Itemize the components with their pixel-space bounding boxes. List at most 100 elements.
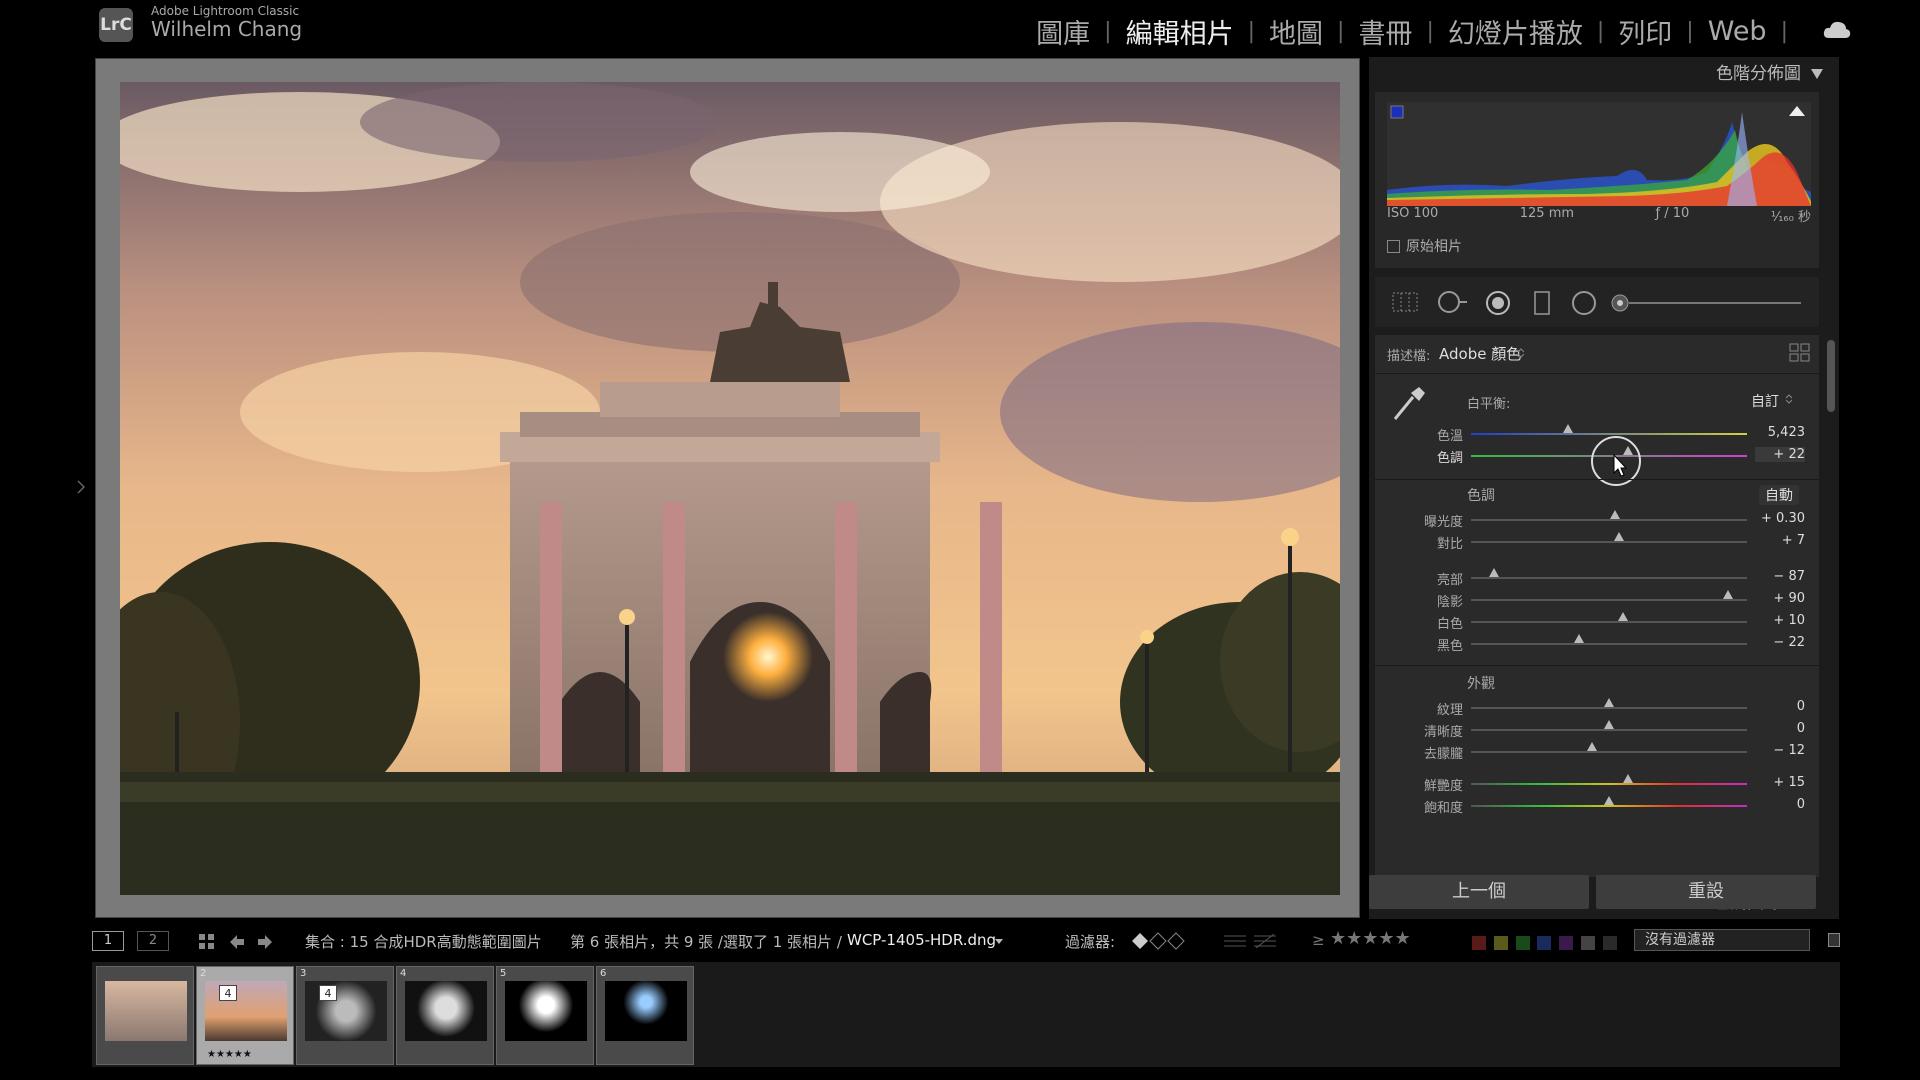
red-eye-icon[interactable] xyxy=(1485,290,1511,316)
slider-value[interactable]: − 22 xyxy=(1755,635,1805,650)
slider-value[interactable]: 5,423 xyxy=(1755,425,1805,440)
histogram-graph[interactable] xyxy=(1387,102,1811,206)
red-label-swatch[interactable] xyxy=(1472,935,1486,950)
slider-value[interactable]: 0 xyxy=(1755,699,1805,714)
slider-value[interactable]: − 12 xyxy=(1755,743,1805,758)
module-library[interactable]: 圖庫 xyxy=(1022,12,1104,51)
slider-track[interactable] xyxy=(1471,729,1747,731)
slider-contrast[interactable]: 對比 + 7 xyxy=(1375,532,1819,553)
slider-value[interactable]: 0 xyxy=(1755,797,1805,812)
color-label-filter[interactable] xyxy=(1472,933,1620,951)
filmstrip-thumbnail[interactable]: 6 xyxy=(596,966,694,1065)
slider-value[interactable]: − 87 xyxy=(1755,569,1805,584)
previous-button[interactable]: 上一個 xyxy=(1369,875,1589,909)
left-panel-toggle-icon[interactable] xyxy=(77,480,85,494)
original-photo-checkbox[interactable] xyxy=(1387,239,1400,253)
slider-blacks[interactable]: 黑色 − 22 xyxy=(1375,634,1819,655)
slider-thumb[interactable] xyxy=(1623,774,1634,783)
white-balance-dropdown[interactable]: 自訂 xyxy=(1751,391,1779,411)
slider-track[interactable] xyxy=(1471,783,1747,785)
second-screen-button[interactable]: 2 xyxy=(137,931,169,951)
slider-value[interactable]: + 22 xyxy=(1755,447,1805,462)
slider-thumb[interactable] xyxy=(1613,532,1624,541)
slider-track[interactable] xyxy=(1471,599,1747,601)
slider-texture[interactable]: 紋理 0 xyxy=(1375,698,1819,719)
filmstrip-thumbnail[interactable]: 2 4 ★★★★★ xyxy=(196,966,294,1065)
slider-shadows[interactable]: 陰影 + 90 xyxy=(1375,590,1819,611)
back-arrow-icon[interactable] xyxy=(228,933,246,951)
module-web[interactable]: Web xyxy=(1694,16,1781,47)
slider-value[interactable]: + 7 xyxy=(1755,533,1805,548)
slider-value[interactable]: + 10 xyxy=(1755,613,1805,628)
filmstrip-thumbnail[interactable]: 4 xyxy=(396,966,494,1065)
module-develop[interactable]: 編輯相片 xyxy=(1112,12,1248,51)
slider-track[interactable] xyxy=(1471,805,1747,807)
slider-thumb[interactable] xyxy=(1617,612,1628,621)
dropdown-arrow-icon[interactable] xyxy=(994,938,1004,946)
slider-track[interactable] xyxy=(1471,707,1747,709)
slider-thumb[interactable] xyxy=(1573,634,1584,643)
slider-vibrance[interactable]: 鮮艷度 + 15 xyxy=(1375,774,1819,795)
eyedropper-icon[interactable] xyxy=(1389,383,1429,423)
module-print[interactable]: 列印 xyxy=(1604,12,1686,51)
slider-thumb[interactable] xyxy=(1562,424,1573,433)
forward-arrow-icon[interactable] xyxy=(256,933,274,951)
slider-dehaze[interactable]: 去朦朧 − 12 xyxy=(1375,742,1819,763)
slider-thumb[interactable] xyxy=(1587,742,1598,751)
slider-clarity[interactable]: 清晰度 0 xyxy=(1375,720,1819,741)
slider-highlights[interactable]: 亮部 − 87 xyxy=(1375,568,1819,589)
spot-removal-icon[interactable] xyxy=(1437,290,1469,314)
slider-track[interactable] xyxy=(1471,577,1747,579)
panel-scrollbar[interactable] xyxy=(1827,340,1835,412)
purple-label-swatch[interactable] xyxy=(1559,935,1574,950)
slider-track[interactable] xyxy=(1471,621,1747,623)
reset-button[interactable]: 重設 xyxy=(1596,875,1816,909)
filmstrip-thumbnail[interactable]: 5 xyxy=(496,966,594,1065)
crop-tool-icon[interactable] xyxy=(1391,290,1419,314)
filename[interactable]: WCP-1405-HDR.dng xyxy=(847,931,996,949)
star-rating-filter[interactable]: ★★★★★ xyxy=(1330,928,1411,949)
slider-value[interactable]: + 90 xyxy=(1755,591,1805,606)
cloud-sync-icon[interactable] xyxy=(1822,18,1852,40)
slider-thumb[interactable] xyxy=(1604,720,1614,729)
green-label-swatch[interactable] xyxy=(1515,935,1530,950)
original-photo-toggle[interactable]: 原始相片 xyxy=(1387,236,1462,256)
collection-source[interactable]: 集合 : 15 合成HDR高動態範圍圖片 xyxy=(305,931,542,952)
adjustment-brush-icon[interactable] xyxy=(1611,290,1805,316)
graduated-filter-icon[interactable] xyxy=(1533,290,1551,316)
slider-track[interactable] xyxy=(1471,519,1747,521)
slider-thumb[interactable] xyxy=(1609,510,1620,519)
main-photo[interactable] xyxy=(120,82,1340,895)
yellow-label-swatch[interactable] xyxy=(1493,935,1508,950)
edit-filter-icon[interactable] xyxy=(1222,931,1278,951)
no-label-swatch[interactable] xyxy=(1602,935,1617,950)
slider-thumb[interactable] xyxy=(1489,568,1500,577)
slider-value[interactable]: + 0.30 xyxy=(1755,511,1805,526)
histogram-header[interactable]: 色階分佈圖 xyxy=(1369,57,1839,91)
slider-thumb[interactable] xyxy=(1604,796,1614,805)
profile-browser-icon[interactable] xyxy=(1789,343,1811,363)
slider-whites[interactable]: 白色 + 10 xyxy=(1375,612,1819,633)
stack-count-badge[interactable]: 4 xyxy=(319,985,337,1001)
flag-filter-icon[interactable] xyxy=(1130,931,1190,951)
radial-filter-icon[interactable] xyxy=(1571,290,1597,316)
auto-tone-button[interactable]: 自動 xyxy=(1759,485,1799,505)
slider-saturation[interactable]: 飽和度 0 xyxy=(1375,796,1819,817)
slider-thumb[interactable] xyxy=(1604,698,1614,707)
slider-value[interactable]: + 15 xyxy=(1755,775,1805,790)
slider-value[interactable]: 0 xyxy=(1755,721,1805,736)
filmstrip-thumbnail[interactable]: 3 4 xyxy=(296,966,394,1065)
custom-label-swatch[interactable] xyxy=(1580,935,1595,950)
stack-count-badge[interactable]: 4 xyxy=(219,985,237,1001)
filmstrip-thumbnail[interactable] xyxy=(96,966,194,1065)
blue-label-swatch[interactable] xyxy=(1537,935,1552,950)
slider-track[interactable] xyxy=(1471,643,1747,645)
module-map[interactable]: 地圖 xyxy=(1255,12,1337,51)
module-book[interactable]: 書冊 xyxy=(1344,12,1426,51)
module-slideshow[interactable]: 幻燈片播放 xyxy=(1434,12,1597,51)
slider-track[interactable] xyxy=(1471,751,1747,753)
slider-thumb[interactable] xyxy=(1722,590,1733,599)
filter-preset-select[interactable]: 沒有過濾器 xyxy=(1634,929,1810,951)
main-screen-button[interactable]: 1 xyxy=(92,931,124,951)
grid-view-icon[interactable] xyxy=(198,933,216,951)
